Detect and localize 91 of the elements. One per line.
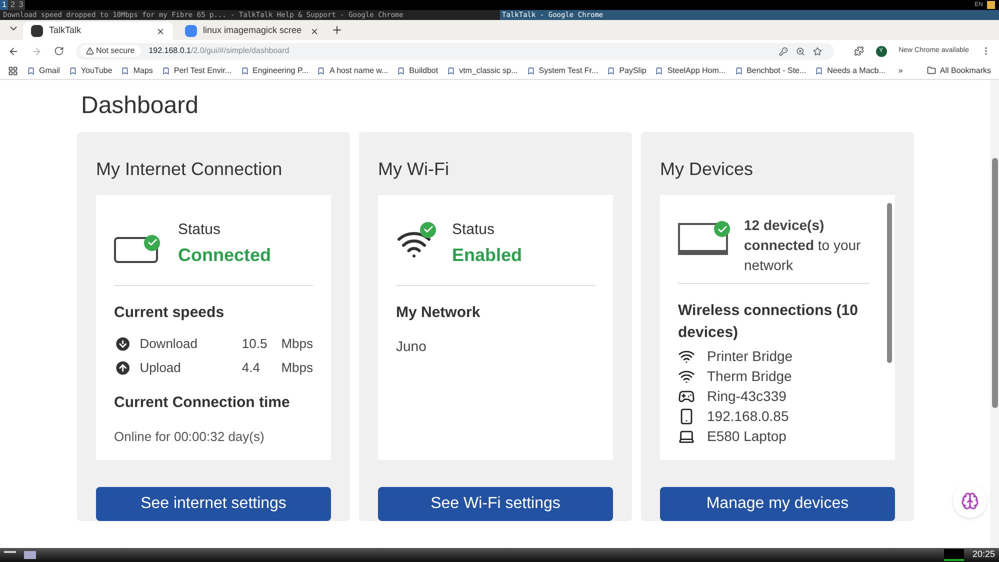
- upload-icon: [114, 359, 132, 377]
- device-name: Therm Bridge: [707, 366, 792, 386]
- card-action-button[interactable]: See Wi-Fi settings: [378, 487, 613, 521]
- phone-icon: [678, 408, 695, 424]
- check-badge-icon: [144, 234, 160, 251]
- reload-icon[interactable]: [54, 46, 64, 56]
- speed-unit: Mbps: [281, 359, 313, 378]
- bookmark-icon: [607, 66, 616, 74]
- connection-time: Online for 00:00:32 day(s): [114, 428, 266, 446]
- speed-value: 4.4: [242, 359, 261, 378]
- browser-tab[interactable]: linux imagemagick scree: [177, 22, 327, 40]
- bookmark-icon: [162, 66, 170, 74]
- network-name: Juno: [396, 337, 428, 356]
- apps-icon[interactable]: [8, 66, 18, 76]
- more-bookmarks-button[interactable]: »: [898, 64, 903, 76]
- favicon-icon: [185, 25, 197, 37]
- bookmark-icon: [317, 66, 326, 74]
- card-action-button[interactable]: Manage my devices: [660, 487, 895, 521]
- card-title: My Wi-Fi: [378, 158, 450, 181]
- bookmark-icon: [655, 66, 664, 74]
- bookmark-item[interactable]: A host name w...: [317, 64, 388, 76]
- download-icon: [114, 335, 132, 353]
- bookmark-item[interactable]: Buildbot: [397, 64, 438, 76]
- status-label: Status: [452, 220, 496, 240]
- extensions-icon[interactable]: [854, 46, 864, 56]
- page-scrollbar[interactable]: [990, 80, 999, 548]
- status-value: Enabled: [452, 244, 522, 266]
- workspace-button[interactable]: 2: [8, 0, 17, 10]
- bookmark-item[interactable]: SteelApp Hom...: [655, 64, 726, 76]
- workspace-button[interactable]: 1: [0, 0, 8, 10]
- speed-unit: Mbps: [281, 335, 313, 354]
- clock[interactable]: 20:25: [972, 548, 995, 562]
- check-badge-icon: [714, 221, 730, 237]
- bookmark-icon: [240, 66, 249, 74]
- bookmark-item[interactable]: Engineering P...: [240, 64, 308, 76]
- bookmark-icon: [447, 66, 456, 74]
- key-icon[interactable]: [778, 46, 788, 56]
- bookmark-icon: [734, 66, 743, 74]
- bookmark-item[interactable]: Gmail: [27, 64, 60, 76]
- card-action-button[interactable]: See internet settings: [96, 487, 331, 521]
- close-icon[interactable]: [310, 26, 319, 36]
- status-value: Connected: [178, 244, 272, 266]
- assistant-icon[interactable]: [953, 484, 987, 518]
- url-text: 192.168.0.1/2.0/gui/#/simple/dashboard: [148, 45, 290, 57]
- bookmark-icon: [121, 66, 130, 74]
- bookmark-icon: [68, 66, 77, 74]
- section-title: Current Connection time: [114, 393, 291, 413]
- card-title: My Internet Connection: [96, 158, 284, 181]
- bookmark-icon: [397, 66, 406, 74]
- speed-label: Download: [140, 335, 199, 354]
- bookmark-item[interactable]: vtm_classic sp...: [447, 64, 518, 76]
- folder-icon: [926, 66, 936, 75]
- close-icon[interactable]: [156, 26, 165, 36]
- new-tab-icon[interactable]: [331, 24, 343, 36]
- bookmark-item[interactable]: System Test Fr...: [526, 64, 598, 76]
- status-label: Status: [178, 220, 222, 240]
- security-chip[interactable]: Not secure: [80, 45, 141, 57]
- star-icon[interactable]: [812, 46, 822, 56]
- bookmark-icon: [815, 66, 824, 74]
- section-title: Wireless connections (10 devices): [678, 301, 859, 343]
- speed-label: Upload: [140, 359, 182, 378]
- devices-summary: 12 device(s) connected to your network: [744, 216, 862, 275]
- tab-title: linux imagemagick scree: [203, 24, 303, 38]
- check-badge-icon: [420, 222, 436, 238]
- scrollbar[interactable]: [887, 203, 892, 363]
- card-title: My Devices: [660, 158, 754, 181]
- bookmark-icon: [27, 66, 35, 74]
- cpu-graph-icon: [944, 549, 964, 561]
- bookmark-item[interactable]: Benchbot - Ste...: [734, 64, 806, 76]
- device-name: 192.168.0.85: [707, 406, 789, 426]
- speed-value: 10.5: [242, 335, 268, 354]
- back-icon[interactable]: [8, 46, 19, 56]
- section-title: Current speeds: [114, 302, 226, 322]
- browser-tab[interactable]: TalkTalk: [23, 22, 173, 40]
- device-name: E580 Laptop: [707, 426, 786, 446]
- bookmark-item[interactable]: Maps: [121, 64, 153, 76]
- section-title: My Network: [396, 302, 482, 322]
- address-field[interactable]: Not secure 192.168.0.1/2.0/gui/#/simple/dashboard: [76, 42, 834, 60]
- bookmark-item[interactable]: Needs a Macb...: [815, 64, 886, 76]
- bookmark-item[interactable]: YouTube: [68, 64, 112, 76]
- warning-icon: [86, 47, 94, 55]
- bookmark-icon: [526, 66, 535, 74]
- all-bookmarks-item[interactable]: All Bookmarks: [926, 64, 991, 76]
- device-name: Printer Bridge: [707, 346, 793, 366]
- bookmark-item[interactable]: Perl Test Envir...: [162, 64, 232, 76]
- page-heading: Dashboard: [80, 91, 200, 121]
- device-name: Ring-43c339: [707, 386, 786, 406]
- bookmark-item[interactable]: PaySlip: [607, 64, 646, 76]
- zoom-icon[interactable]: [796, 46, 805, 56]
- tab-title: TalkTalk: [49, 24, 82, 38]
- favicon-icon: [31, 25, 43, 37]
